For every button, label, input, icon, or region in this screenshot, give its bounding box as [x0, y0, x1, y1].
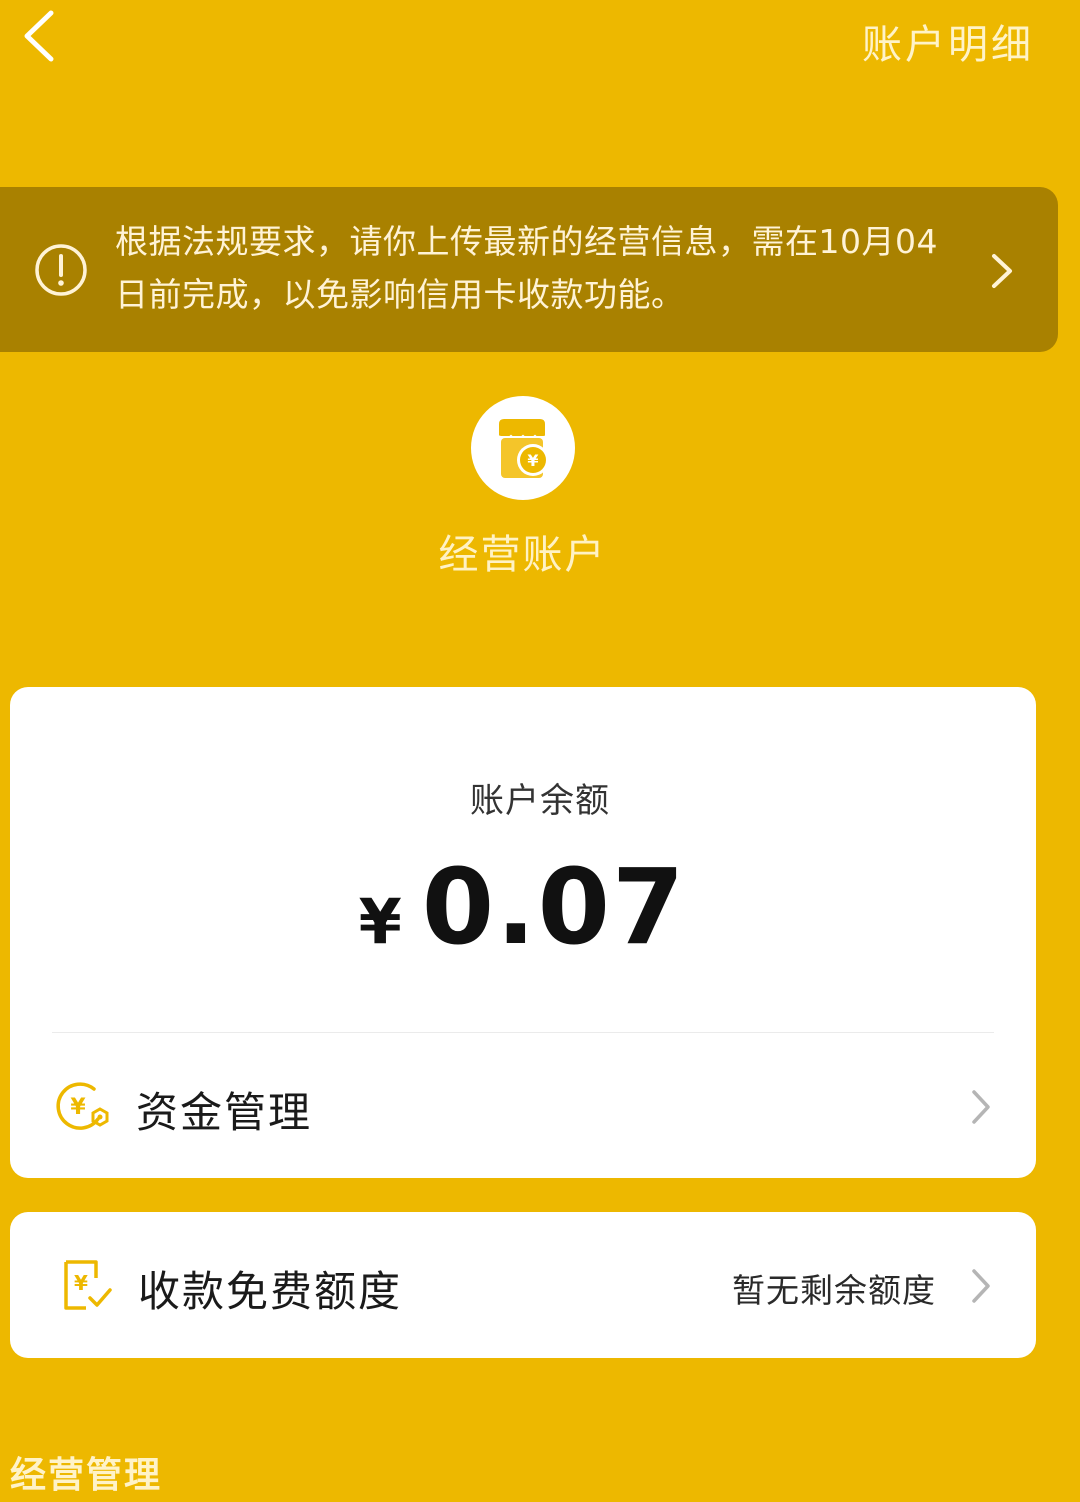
svg-text:¥: ¥ — [74, 1271, 88, 1295]
balance-value: 0.07 — [421, 846, 687, 968]
divider — [52, 1032, 994, 1033]
fund-management-label: 资金管理 — [136, 1088, 313, 1137]
free-quota-label: 收款免费额度 — [138, 1267, 403, 1316]
yen-receipt-check-icon: ¥ — [64, 1260, 112, 1310]
section-title: 经营管理 — [10, 1455, 163, 1496]
chevron-right-icon — [992, 254, 1012, 288]
back-button[interactable] — [8, 6, 68, 66]
svg-text:¥: ¥ — [527, 451, 538, 470]
fund-management-row[interactable]: ¥ 资金管理 — [10, 1035, 1036, 1178]
chevron-right-icon — [972, 1090, 990, 1124]
free-quota-value: 暂无剩余额度 — [732, 1271, 936, 1310]
shop-avatar: ¥ — [471, 396, 575, 500]
exclamation-circle-icon — [35, 244, 87, 296]
notice-text: 根据法规要求，请你上传最新的经营信息，需在10月04日前完成，以免影响信用卡收款… — [115, 222, 938, 314]
yen-coin-gear-icon: ¥ — [56, 1082, 109, 1130]
svg-text:¥: ¥ — [70, 1095, 86, 1120]
account-title: 经营账户 — [438, 532, 607, 578]
balance-label: 账户余额 — [470, 781, 610, 821]
chevron-right-icon — [972, 1269, 990, 1303]
page: 账户明细 根据法规要求，请你上传最新的经营信息，需在10月04日前完成，以免影响… — [0, 0, 1080, 1502]
free-quota-row[interactable]: ¥ 收款免费额度 暂无剩余额度 — [10, 1212, 1036, 1358]
account-detail-link[interactable]: 账户明细 — [862, 12, 1034, 70]
compliance-notice-banner[interactable]: 根据法规要求，请你上传最新的经营信息，需在10月04日前完成，以免影响信用卡收款… — [0, 187, 1058, 352]
balance-amount: ¥ 0.07 — [0, 846, 1045, 968]
chevron-left-icon — [24, 10, 54, 62]
currency-symbol: ¥ — [358, 885, 402, 958]
shop-coin-icon: ¥ — [498, 419, 549, 478]
